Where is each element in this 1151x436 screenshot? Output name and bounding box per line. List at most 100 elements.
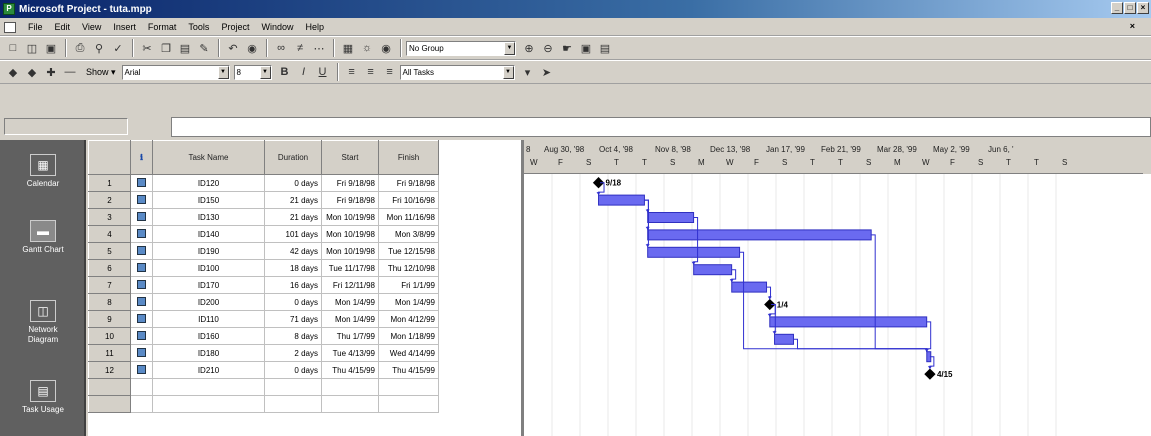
empty-cell[interactable] <box>321 395 379 413</box>
finish-header[interactable]: Finish <box>378 140 439 175</box>
table-row[interactable]: 8 ID200 0 days Mon 1/4/99 Mon 1/4/99 <box>88 293 439 311</box>
menu-insert[interactable]: Insert <box>113 22 136 32</box>
menu-tools[interactable]: Tools <box>188 22 209 32</box>
duration-header[interactable]: Duration <box>264 140 322 175</box>
goto-task-icon[interactable]: ☛ <box>558 39 576 57</box>
print-icon[interactable]: ⎙ <box>71 39 89 57</box>
empty-cell[interactable] <box>152 395 265 413</box>
empty-cell[interactable] <box>88 378 131 396</box>
start-cell[interactable]: Mon 1/4/99 <box>321 310 379 328</box>
indicators-header[interactable]: ℹ <box>130 140 153 175</box>
finish-cell[interactable]: Fri 10/16/98 <box>378 191 439 209</box>
menu-format[interactable]: Format <box>148 22 177 32</box>
align-right-icon[interactable]: ≡ <box>381 63 399 81</box>
indicator-cell[interactable] <box>130 208 153 226</box>
timescale-scroll-button[interactable] <box>1143 140 1151 174</box>
chevron-down-icon[interactable]: ▼ <box>504 41 515 55</box>
filter-combo[interactable]: All Tasks ▼ <box>399 64 515 80</box>
row-number[interactable]: 12 <box>88 361 131 379</box>
finish-cell[interactable]: Mon 11/16/98 <box>378 208 439 226</box>
duration-cell[interactable]: 0 days <box>264 174 322 192</box>
table-row[interactable]: 1 ID120 0 days Fri 9/18/98 Fri 9/18/98 <box>88 174 439 192</box>
format-painter-icon[interactable]: ✎ <box>195 39 213 57</box>
font-combo[interactable]: Arial ▼ <box>121 64 230 80</box>
zoom-out-icon[interactable]: ⊖ <box>539 39 557 57</box>
row-number[interactable]: 7 <box>88 276 131 294</box>
notes-icon[interactable]: ☼ <box>358 39 376 57</box>
align-center-icon[interactable]: ≡ <box>362 63 380 81</box>
zoom-in-icon[interactable]: ⊕ <box>520 39 538 57</box>
row-number[interactable]: 8 <box>88 293 131 311</box>
indicator-cell[interactable] <box>130 361 153 379</box>
move-right-icon[interactable]: ◆ <box>23 63 41 81</box>
group-by-combo[interactable]: No Group ▼ <box>406 40 516 56</box>
task-name-cell[interactable]: ID120 <box>152 174 265 192</box>
empty-cell[interactable] <box>378 395 439 413</box>
row-number[interactable]: 9 <box>88 310 131 328</box>
table-row[interactable]: 7 ID170 16 days Fri 12/11/98 Fri 1/1/99 <box>88 276 439 294</box>
empty-cell[interactable] <box>130 378 153 396</box>
row-number[interactable]: 5 <box>88 242 131 260</box>
row-number[interactable]: 3 <box>88 208 131 226</box>
menu-view[interactable]: View <box>82 22 101 32</box>
duration-cell[interactable]: 0 days <box>264 293 322 311</box>
task-name-cell[interactable]: ID110 <box>152 310 265 328</box>
menu-window[interactable]: Window <box>261 22 293 32</box>
gantt-wizard-icon[interactable]: ➤ <box>538 63 556 81</box>
copy-picture-icon[interactable]: ▣ <box>577 39 595 57</box>
row-number[interactable]: 1 <box>88 174 131 192</box>
empty-cell[interactable] <box>321 378 379 396</box>
new-icon[interactable]: □ <box>4 39 22 57</box>
copy-icon[interactable]: ❐ <box>157 39 175 57</box>
indicator-cell[interactable] <box>130 293 153 311</box>
start-cell[interactable]: Thu 4/15/99 <box>321 361 379 379</box>
indicator-cell[interactable] <box>130 344 153 362</box>
save-icon[interactable]: ▣ <box>42 39 60 57</box>
undo-icon[interactable]: ↶ <box>224 39 242 57</box>
chevron-down-icon[interactable]: ▼ <box>259 65 271 79</box>
menu-project[interactable]: Project <box>221 22 249 32</box>
finish-cell[interactable]: Mon 1/18/99 <box>378 327 439 345</box>
task-name-cell[interactable]: ID160 <box>152 327 265 345</box>
finish-cell[interactable]: Mon 4/12/99 <box>378 310 439 328</box>
start-cell[interactable]: Mon 1/4/99 <box>321 293 379 311</box>
start-cell[interactable]: Fri 9/18/98 <box>321 174 379 192</box>
empty-cell[interactable] <box>130 395 153 413</box>
indicator-cell[interactable] <box>130 327 153 345</box>
finish-cell[interactable]: Tue 12/15/98 <box>378 242 439 260</box>
split-task-icon[interactable]: ⋯ <box>310 39 328 57</box>
cut-icon[interactable]: ✂ <box>138 39 156 57</box>
indicator-cell[interactable] <box>130 191 153 209</box>
menu-help[interactable]: Help <box>305 22 324 32</box>
entry-field[interactable] <box>171 117 1151 137</box>
table-row[interactable]: 6 ID100 18 days Tue 11/17/98 Thu 12/10/98 <box>88 259 439 277</box>
duration-cell[interactable]: 18 days <box>264 259 322 277</box>
task-name-header[interactable]: Task Name <box>152 140 265 175</box>
start-cell[interactable]: Mon 10/19/98 <box>321 242 379 260</box>
table-row[interactable]: 10 ID160 8 days Thu 1/7/99 Mon 1/18/99 <box>88 327 439 345</box>
italic-icon[interactable]: I <box>295 63 313 81</box>
view-gantt-chart[interactable]: ▬ Gantt Chart <box>13 220 73 255</box>
empty-row[interactable] <box>88 395 439 413</box>
autofilter-icon[interactable]: ▾ <box>519 63 537 81</box>
chevron-down-icon[interactable]: ▼ <box>502 65 514 79</box>
move-left-icon[interactable]: ◆ <box>4 63 22 81</box>
task-info-icon[interactable]: ▦ <box>339 39 357 57</box>
table-row[interactable]: 9 ID110 71 days Mon 1/4/99 Mon 4/12/99 <box>88 310 439 328</box>
finish-cell[interactable]: Mon 1/4/99 <box>378 293 439 311</box>
finish-cell[interactable]: Thu 12/10/98 <box>378 259 439 277</box>
indicator-cell[interactable] <box>130 242 153 260</box>
print-preview-icon[interactable]: ⚲ <box>90 39 108 57</box>
start-cell[interactable]: Fri 12/11/98 <box>321 276 379 294</box>
table-row[interactable]: 11 ID180 2 days Tue 4/13/99 Wed 4/14/99 <box>88 344 439 362</box>
table-row[interactable]: 3 ID130 21 days Mon 10/19/98 Mon 11/16/98 <box>88 208 439 226</box>
open-icon[interactable]: ◫ <box>23 39 41 57</box>
row-number[interactable]: 2 <box>88 191 131 209</box>
finish-cell[interactable]: Fri 9/18/98 <box>378 174 439 192</box>
indicator-cell[interactable] <box>130 259 153 277</box>
start-header[interactable]: Start <box>321 140 379 175</box>
help-icon[interactable]: ▤ <box>596 39 614 57</box>
task-name-cell[interactable]: ID190 <box>152 242 265 260</box>
duration-cell[interactable]: 0 days <box>264 361 322 379</box>
duration-cell[interactable]: 21 days <box>264 191 322 209</box>
